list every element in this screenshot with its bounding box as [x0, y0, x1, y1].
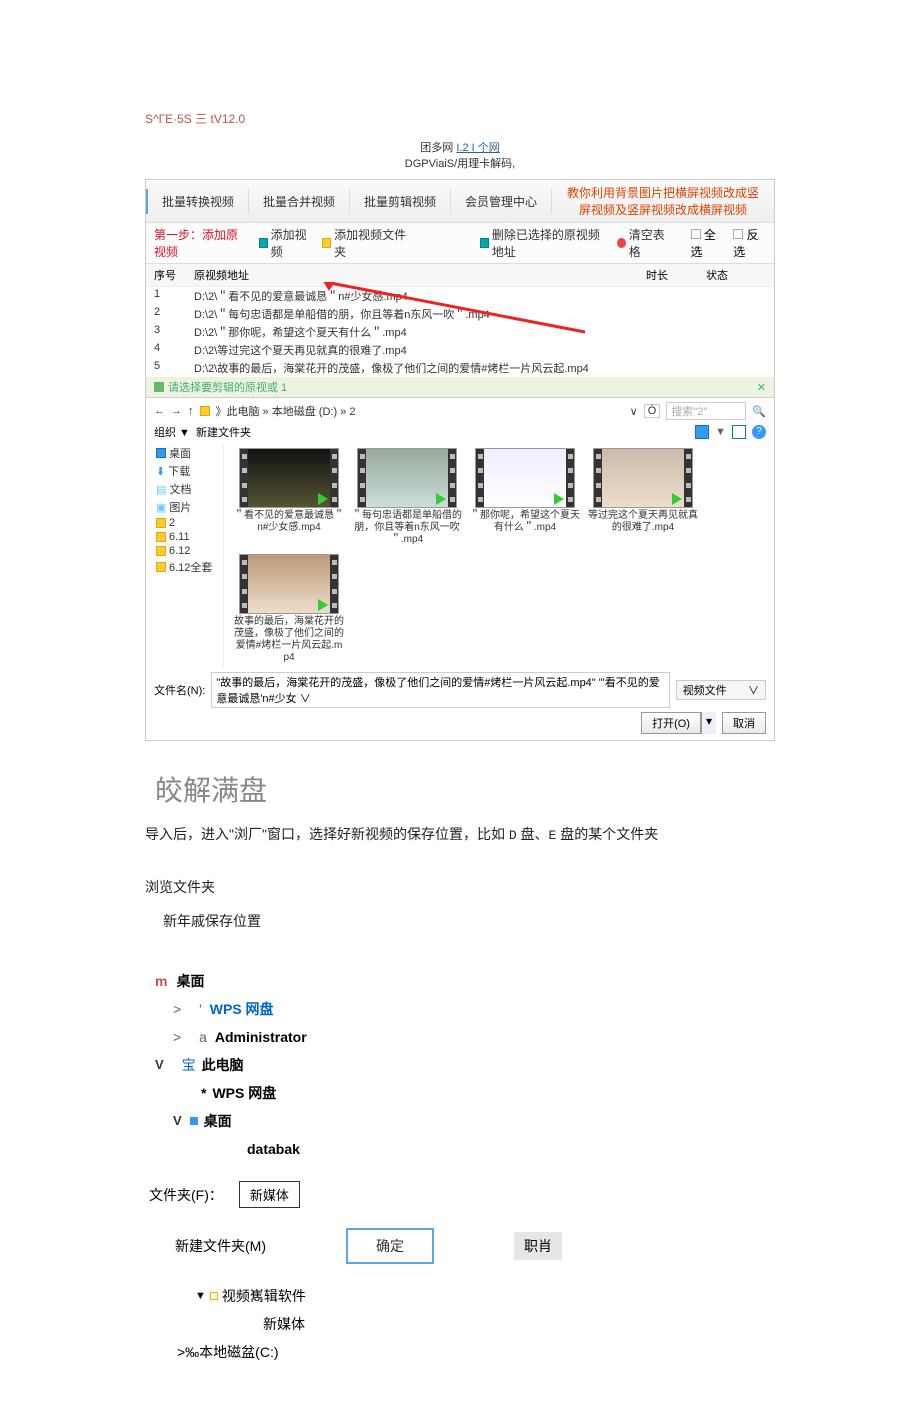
add-video-button[interactable]: 添加视频	[259, 226, 313, 260]
folder-field-input[interactable]: 新媒体	[239, 1181, 300, 1208]
instruction-paragraph: 导入后，进入"浏厂"窗口，选择好新视频的保存位置，比如 D 盘、E 盘的某个文件…	[145, 823, 775, 847]
tail-tree: ▼ 视频嶲辑软件 新媒体 >‰本地磁盆(C:)	[195, 1282, 775, 1366]
new-folder-button[interactable]: 新建文件夹	[196, 424, 251, 440]
folder-tree: m 桌面 'WPS 网盘 aAdministrator 宝此电脑 *WPS 网盘…	[155, 967, 775, 1163]
col-index: 序号	[154, 267, 194, 283]
nav-fwd-icon[interactable]: →	[171, 405, 182, 417]
col-path: 原视频地址	[194, 267, 646, 283]
sidebar-item-folder-612all[interactable]: 6.12全套	[154, 558, 223, 576]
folder-field-label: 文件夹(F)：	[149, 1185, 223, 1205]
tabs-row: 批量转换视频 批量合并视频 批量剪辑视频 会员管理中心 教你利用背景图片把横屏视…	[146, 180, 774, 223]
add-folder-button[interactable]: 添加视频文件夹	[322, 226, 407, 260]
help-icon[interactable]: ?	[752, 425, 766, 439]
breadcrumb-path[interactable]: 》此电脑 » 本地磁盘 (D:) » 2	[216, 403, 624, 419]
cancel-button[interactable]: 取消	[722, 712, 766, 734]
sidebar-item-downloads[interactable]: ⬇下载	[154, 462, 223, 480]
tree-node-desktop-2[interactable]: 桌面	[173, 1107, 775, 1135]
save-location-label: 新年戚保存位置	[163, 911, 775, 931]
table-row[interactable]: 4D:\2\等过完这个夏天再见就真的很难了.mp4	[146, 341, 774, 359]
view-mode-icon[interactable]	[695, 425, 709, 439]
tab-merge[interactable]: 批量合并视频	[249, 189, 350, 214]
tree-node-wps-2[interactable]: *WPS 网盘	[201, 1079, 775, 1107]
folder-icon	[200, 406, 210, 416]
promo-hint: 教你利用背景图片把横屏视频改成竖屏视频及竖屏视频改成横屏视频	[552, 180, 774, 222]
close-icon[interactable]: ✕	[757, 381, 766, 394]
sidebar-item-documents[interactable]: ▤文档	[154, 480, 223, 498]
folder-name-field: 文件夹(F)： 新媒体	[149, 1181, 775, 1208]
sidebar-item-folder-612[interactable]: 6.12	[154, 544, 223, 558]
open-button[interactable]: 打开(O)▾	[641, 712, 716, 734]
thumbnail-grid: ＂看不见的爱意最诚恳＂n#少女感.mp4 ＂每句忠语都是单船借的朋，你且等着n东…	[230, 444, 766, 668]
sidebar-item-desktop[interactable]: 桌面	[154, 444, 223, 462]
preview-pane-icon[interactable]	[732, 425, 746, 439]
search-icon[interactable]: 🔍	[752, 405, 766, 418]
app-window: 批量转换视频 批量合并视频 批量剪辑视频 会员管理中心 教你利用背景图片把横屏视…	[145, 179, 775, 741]
add-folder-icon	[322, 238, 331, 248]
filename-input[interactable]: "故事的最后，海棠花开的茂盛，像极了他们之间的爱情#烤栏一片风云起.mp4" "…	[211, 672, 669, 708]
status-strip: 请选择要剪辑的原视或 1 ✕	[146, 377, 774, 397]
ok-button[interactable]: 确定	[346, 1228, 434, 1264]
folder-icon	[190, 1117, 198, 1125]
dialog-sidebar: 桌面 ⬇下载 ▤文档 ▣图片 2 6.11 6.12 6.12全套	[154, 444, 224, 668]
col-duration: 时长	[646, 267, 706, 283]
video-thumbnail[interactable]: ＂每句忠语都是单船借的朋，你且等着n东风一吹＂.mp4	[352, 448, 462, 546]
tree-node-newmedia[interactable]: 新媒体	[263, 1310, 775, 1338]
header-code-line: S^ГE·5S 三 tV12.0	[145, 110, 775, 127]
sidebar-item-pictures[interactable]: ▣图片	[154, 498, 223, 516]
tree-node-wps[interactable]: 'WPS 网盘	[173, 995, 775, 1023]
organize-menu[interactable]: 组织 ▼	[154, 424, 190, 440]
tree-node-admin[interactable]: aAdministrator	[173, 1023, 775, 1051]
tree-node-thispc[interactable]: 宝此电脑	[155, 1051, 775, 1079]
nav-back-icon[interactable]: ←	[154, 405, 165, 417]
tree-node-desktop[interactable]: m 桌面	[155, 967, 775, 995]
toolbar: 第一步：添加原视频 添加视频 添加视频文件夹 删除已选择的原视频地址 清空表格 …	[146, 223, 774, 264]
sidebar-item-folder-2[interactable]: 2	[154, 516, 223, 530]
clear-table-button[interactable]: 清空表格	[617, 226, 671, 260]
tree-node-video-soft[interactable]: ▼ 视频嶲辑软件	[195, 1282, 775, 1310]
tree-node-localc[interactable]: >‰本地磁盆(C:)	[177, 1338, 775, 1366]
add-video-icon	[259, 238, 268, 248]
header-link[interactable]: I.2 I 个网	[456, 142, 499, 154]
clear-icon	[617, 238, 626, 248]
video-thumbnail[interactable]: 等过完这个夏天再见就真的很难了.mp4	[588, 448, 698, 534]
video-thumbnail[interactable]: ＂那你呢，希望这个夏天有什么＂.mp4	[470, 448, 580, 534]
search-input[interactable]: 搜索"2"	[666, 402, 746, 420]
make-folder-button[interactable]: 新建文件夹(M)	[175, 1236, 266, 1256]
table-row[interactable]: 5D:\2\故事的最后，海棠花开的茂盛，像极了他们之间的爱情#烤栏一片风云起.m…	[146, 359, 774, 377]
sidebar-item-folder-611[interactable]: 6.11	[154, 530, 223, 544]
tab-member[interactable]: 会员管理中心	[451, 189, 552, 214]
col-status: 状态	[706, 267, 766, 283]
select-all-checkbox[interactable]: 全选	[691, 226, 724, 260]
header-center-block: 团多网 I.2 I 个网 DGPViaiS/用理卡解码,	[145, 139, 775, 171]
cancel-button-2[interactable]: 职肖	[514, 1232, 562, 1260]
table-row[interactable]: 2D:\2\＂每句忠语都是单船借的朋，你且等着n东风一吹＂.mp4	[146, 305, 774, 323]
browse-folder-title: 浏览文件夹	[145, 877, 775, 897]
step-label: 第一步：添加原视频	[154, 226, 249, 260]
tab-convert[interactable]: 批量转换视频	[146, 189, 249, 214]
filename-label: 文件名(N):	[154, 682, 205, 698]
invert-checkbox[interactable]: 反选	[733, 226, 766, 260]
video-thumbnail[interactable]: 故事的最后，海棠花开的茂盛，像极了他们之间的爱情#烤栏一片风云起.mp4	[234, 554, 344, 664]
table-row[interactable]: 3D:\2\＂那你呢，希望这个夏天有什么＂.mp4	[146, 323, 774, 341]
tree-node-databak[interactable]: databak	[247, 1135, 775, 1163]
delete-icon	[480, 238, 489, 248]
file-open-dialog: ← → ↑ 》此电脑 » 本地磁盘 (D:) » 2 ∨Ò 搜索"2" 🔍 组织…	[146, 397, 774, 740]
file-type-filter[interactable]: 视频文件 ∨	[676, 680, 766, 700]
list-header: 序号 原视频地址 时长 状态	[146, 264, 774, 287]
delete-selected-button[interactable]: 删除已选择的原视频地址	[480, 226, 607, 260]
video-thumbnail[interactable]: ＂看不见的爱意最诚恳＂n#少女感.mp4	[234, 448, 344, 534]
table-row[interactable]: 1D:\2\＂看不见的爱意最诚恳＂n#少女感.mp4	[146, 287, 774, 305]
nav-up-icon[interactable]: ↑	[188, 405, 194, 417]
section-heading: 皎解满盘	[155, 769, 775, 809]
tab-edit[interactable]: 批量剪辑视频	[350, 189, 451, 214]
